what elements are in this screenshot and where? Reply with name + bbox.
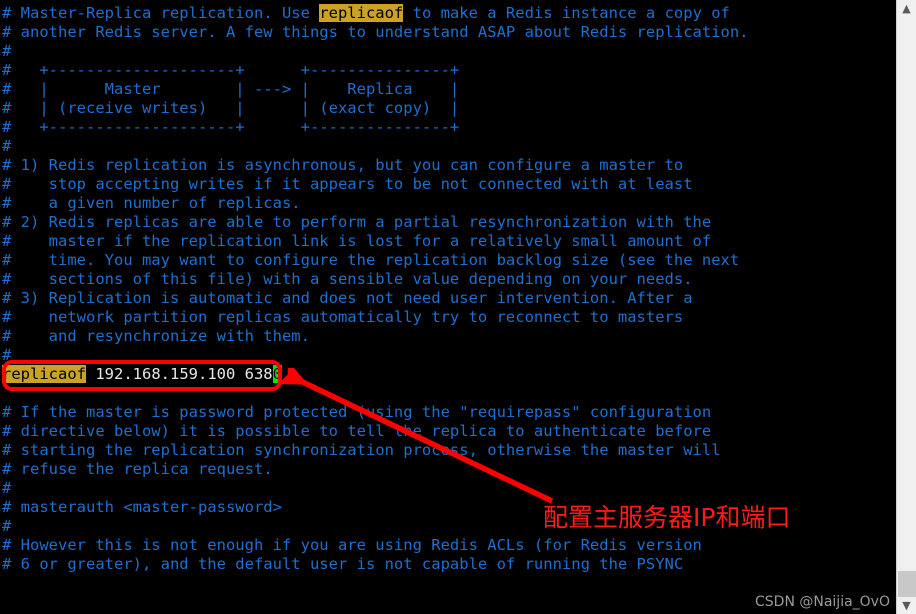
comment-line: # 3) Replication is automatic and does n… xyxy=(2,289,693,308)
comment-line: # masterauth <master-password> xyxy=(2,498,282,517)
text-run: # 2) Redis replicas are able to perform … xyxy=(2,213,712,231)
annotation-label: 配置主服务器IP和端口 xyxy=(543,503,791,532)
comment-line: # network partition replicas automatical… xyxy=(2,308,683,327)
comment-line: # 2) Redis replicas are able to perform … xyxy=(2,213,711,232)
comment-line: # another Redis server. A few things to … xyxy=(2,23,749,42)
text-run: # xyxy=(2,137,12,155)
text-run: # If the master is password protected (u… xyxy=(2,403,712,421)
scrollbar-thumb[interactable] xyxy=(898,571,916,597)
comment-line: # xyxy=(2,479,11,498)
text-run: # stop accepting writes if it appears to… xyxy=(2,175,693,193)
text-run: # and resynchronize with them. xyxy=(2,327,310,345)
comment-line: # sections of this file) with a sensible… xyxy=(2,270,693,289)
text-run: # xyxy=(2,479,12,497)
comment-line: # and resynchronize with them. xyxy=(2,327,310,346)
comment-line: # xyxy=(2,517,11,536)
comment-line: # xyxy=(2,346,11,365)
comment-line: # If the master is password protected (u… xyxy=(2,403,711,422)
text-run: # sections of this file) with a sensible… xyxy=(2,270,693,288)
comment-line: # 1) Redis replication is asynchronous, … xyxy=(2,156,683,175)
scroll-up-arrow-icon[interactable]: ▲ xyxy=(897,0,916,17)
comment-line: # stop accepting writes if it appears to… xyxy=(2,175,693,194)
text-run: # | Master | ---> | Replica | xyxy=(2,80,460,98)
text-run: # starting the replication synchronizati… xyxy=(2,441,721,459)
text-run: # network partition replicas automatical… xyxy=(2,308,684,326)
comment-line: # +--------------------+ +--------------… xyxy=(2,61,459,80)
comment-line: # Master-Replica replication. Use replic… xyxy=(2,4,730,23)
config-line: replicaof 192.168.159.100 6380 xyxy=(2,365,282,384)
comment-line: # xyxy=(2,42,11,61)
vertical-scrollbar[interactable]: ▲ ▼ xyxy=(896,0,916,614)
text-run: # | (receive writes) | | (exact copy) | xyxy=(2,99,460,117)
comment-line: # a given number of replicas. xyxy=(2,194,301,213)
scroll-down-arrow-icon[interactable]: ▼ xyxy=(897,597,916,614)
text-run: # time. You may want to configure the re… xyxy=(2,251,740,269)
text-run: # 6 or greater), and the default user is… xyxy=(2,555,684,573)
text-run: # However this is not enough if you are … xyxy=(2,536,702,554)
text-run: # xyxy=(2,346,12,364)
text-run: # masterauth <master-password> xyxy=(2,498,282,516)
text-run: 192.168.159.100 638 xyxy=(86,365,273,383)
comment-line: # xyxy=(2,137,11,156)
csdn-watermark: CSDN @Naijia_OvO xyxy=(755,594,890,610)
text-run: # Master-Replica replication. Use xyxy=(2,4,320,22)
comment-line: # refuse the replica request. xyxy=(2,460,273,479)
text-run: # directive below) it is possible to tel… xyxy=(2,422,712,440)
text-run: # +--------------------+ +--------------… xyxy=(2,118,460,136)
text-cursor: 0 xyxy=(272,365,282,383)
text-run: # +--------------------+ +--------------… xyxy=(2,61,460,79)
screenshot-root: # Master-Replica replication. Use replic… xyxy=(0,0,916,614)
comment-line: # | Master | ---> | Replica | xyxy=(2,80,459,99)
comment-line: # 6 or greater), and the default user is… xyxy=(2,555,683,574)
text-run: to make a Redis instance a copy of xyxy=(403,4,730,22)
text-run: # xyxy=(2,42,12,60)
comment-line: # However this is not enough if you are … xyxy=(2,536,702,555)
search-highlight: replicaof xyxy=(319,4,404,22)
comment-line: # starting the replication synchronizati… xyxy=(2,441,721,460)
text-run: # 1) Redis replication is asynchronous, … xyxy=(2,156,684,174)
comment-line: # directive below) it is possible to tel… xyxy=(2,422,711,441)
comment-line: # master if the replication link is lost… xyxy=(2,232,711,251)
text-run: # a given number of replicas. xyxy=(2,194,301,212)
search-highlight: replicaof xyxy=(2,365,86,383)
comment-line: # time. You may want to configure the re… xyxy=(2,251,739,270)
text-run: # master if the replication link is lost… xyxy=(2,232,712,250)
text-run: # 3) Replication is automatic and does n… xyxy=(2,289,693,307)
comment-line: # | (receive writes) | | (exact copy) | xyxy=(2,99,459,118)
comment-line: # +--------------------+ +--------------… xyxy=(2,118,459,137)
text-run: # xyxy=(2,517,12,535)
text-run: # another Redis server. A few things to … xyxy=(2,23,749,41)
text-run: # refuse the replica request. xyxy=(2,460,273,478)
